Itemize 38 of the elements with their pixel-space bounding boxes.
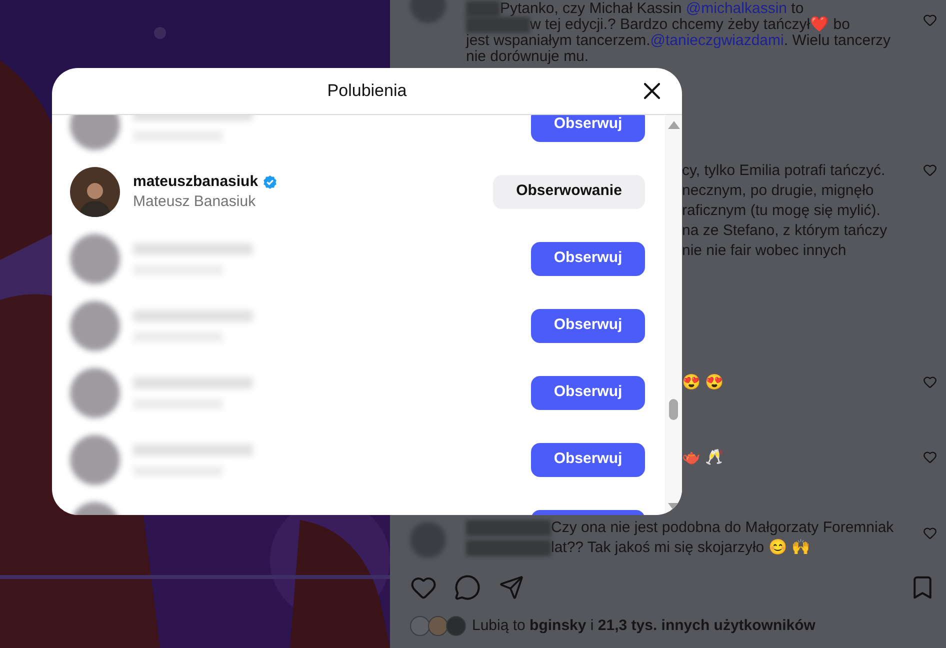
share-icon[interactable] — [499, 574, 524, 600]
like-icon[interactable] — [923, 163, 937, 177]
comment-text: na ze Stefano, z którym tańczy — [682, 221, 888, 241]
scroll-down-icon[interactable] — [668, 503, 680, 511]
comment-text: Pytanko, czy Michał Kassin @michalkassin to — [500, 1, 804, 17]
follow-button[interactable]: Obserwuj — [531, 376, 645, 410]
follow-button[interactable]: Obserwuj — [531, 442, 645, 476]
avatar[interactable] — [70, 166, 120, 216]
follow-button[interactable]: Obserwuj — [531, 242, 645, 276]
avatar — [446, 616, 466, 636]
comment-text: 🫖 🥂 — [682, 448, 724, 468]
username[interactable]: mateuszbanasiuk — [133, 172, 258, 192]
comment-text: cy, tylko Emilia potrafi tańczyć. — [682, 161, 886, 181]
full-name: Mateusz Banasiuk — [133, 192, 257, 212]
follow-button[interactable]: Obserwuj — [531, 115, 645, 142]
scrollbar[interactable] — [665, 115, 682, 515]
comment-text: w tej edycji.? Bardzo chcemy żeby tańczył❤ bo — [530, 17, 850, 33]
like-icon[interactable] — [923, 13, 937, 27]
avatar — [428, 616, 448, 636]
comment-text: nie nie fair wobec innych — [682, 241, 846, 261]
follow-button[interactable]: Obserwuj — [531, 308, 645, 342]
comment-text: jest wspaniałym tancerzem.@tanieczgwiazdami. Wielu tancerzy — [466, 33, 891, 49]
comment-text: 😍 😍 — [682, 373, 724, 393]
like-icon[interactable] — [923, 375, 937, 389]
comment-text: necznym, po drugie, mignęło — [682, 181, 874, 201]
avatar — [410, 616, 430, 636]
comment-text: Czy ona nie jest podobna do Małgorzaty Foremniak — [551, 518, 894, 538]
likes-summary: Lubią to bginsky i 21,3 tys. innych użytkowników — [472, 616, 816, 636]
dialog-title: Polubienia — [327, 80, 407, 102]
comment-text: lat?? Tak jakoś mi się skojarzyło 😊 🙌 — [551, 538, 810, 558]
comment-text: nie dorównuje mu. — [466, 49, 589, 65]
scroll-up-icon[interactable] — [668, 121, 680, 129]
scrollbar-thumb[interactable] — [669, 399, 678, 420]
like-icon[interactable] — [923, 450, 937, 464]
comment-text: raficznym (tu mogę się mylić). — [682, 201, 880, 221]
following-button[interactable]: Obserwowanie — [493, 174, 645, 208]
comment-icon[interactable] — [454, 574, 481, 600]
like-icon[interactable] — [923, 526, 937, 540]
